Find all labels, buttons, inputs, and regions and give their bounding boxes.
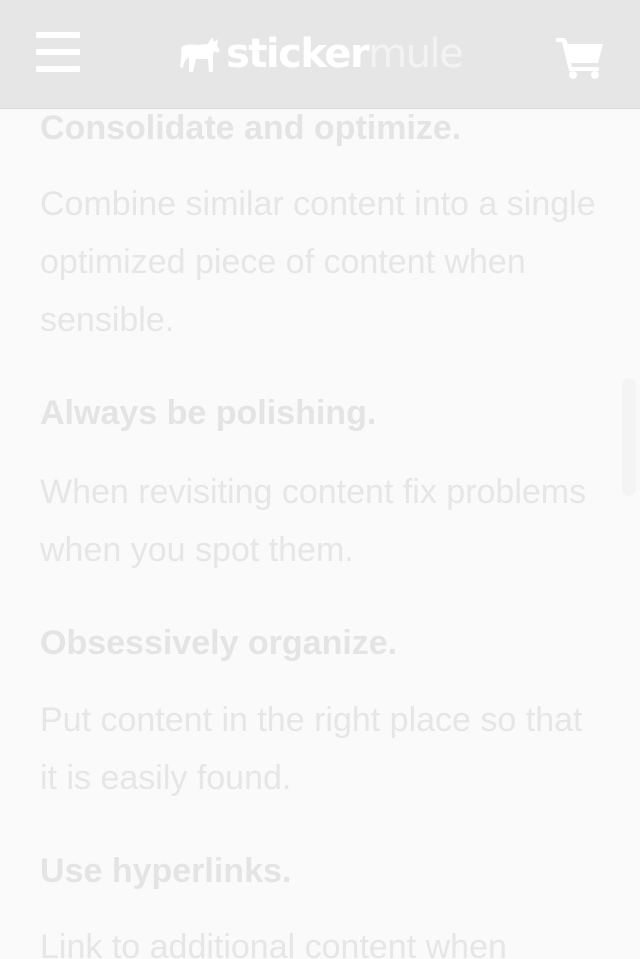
section-body: Link to additional content when — [40, 928, 507, 959]
brand-name-primary: sticker — [226, 31, 370, 77]
section-body: When revisiting content fix problems whe… — [40, 473, 587, 569]
cart-button[interactable] — [554, 34, 606, 80]
section-heading: Use hyperlinks. — [40, 852, 292, 890]
mule-silhouette-icon — [180, 37, 220, 72]
shopping-cart-icon — [556, 38, 603, 79]
section-heading: Obsessively organize. — [40, 624, 398, 662]
brand-name-secondary: mule — [368, 31, 464, 77]
vertical-scrollbar[interactable] — [622, 378, 636, 496]
section-body: Combine similar content into a single op… — [40, 185, 596, 339]
section-heading: Always be polishing. — [40, 394, 377, 432]
hamburger-menu-button[interactable] — [36, 32, 82, 74]
section-body: Put content in the right place so that i… — [40, 701, 583, 797]
top-navigation-bar: sticker mule — [0, 0, 640, 109]
sticker-mule-logo[interactable]: sticker mule — [178, 28, 464, 80]
page-viewport: Consolidate and optimize. Combine simila… — [0, 0, 640, 959]
section-heading: Consolidate and optimize. — [40, 109, 462, 147]
